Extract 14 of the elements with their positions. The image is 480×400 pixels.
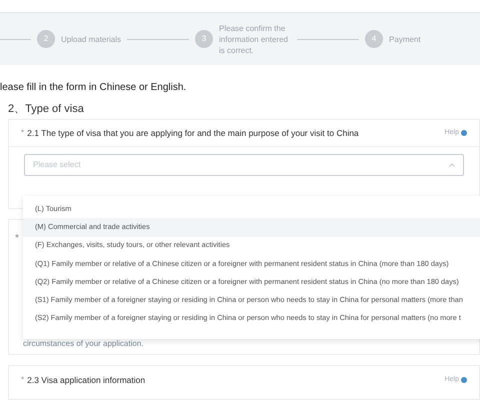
required-mark: * (21, 374, 24, 386)
step-label: Upload materials (61, 34, 122, 44)
caret-icon (449, 163, 455, 167)
question-label: 2.3 Visa application information (27, 374, 146, 386)
required-mark: * (21, 127, 24, 139)
step-label: Please confirm the information entered is correct. (219, 22, 289, 56)
step-label: Payment (389, 34, 421, 44)
help-icon (461, 130, 467, 136)
help-icon (461, 377, 467, 383)
note-text: circumstances of your application. (23, 338, 144, 350)
section-title: 2、Type of visa (7, 102, 85, 117)
required-mark: * (15, 234, 19, 244)
question-label: 2.1 The type of visa that you are applying for and the main purpose of your visit to China (27, 126, 359, 140)
instruction-text: lease fill in the form in Chinese or English. (0, 81, 188, 95)
